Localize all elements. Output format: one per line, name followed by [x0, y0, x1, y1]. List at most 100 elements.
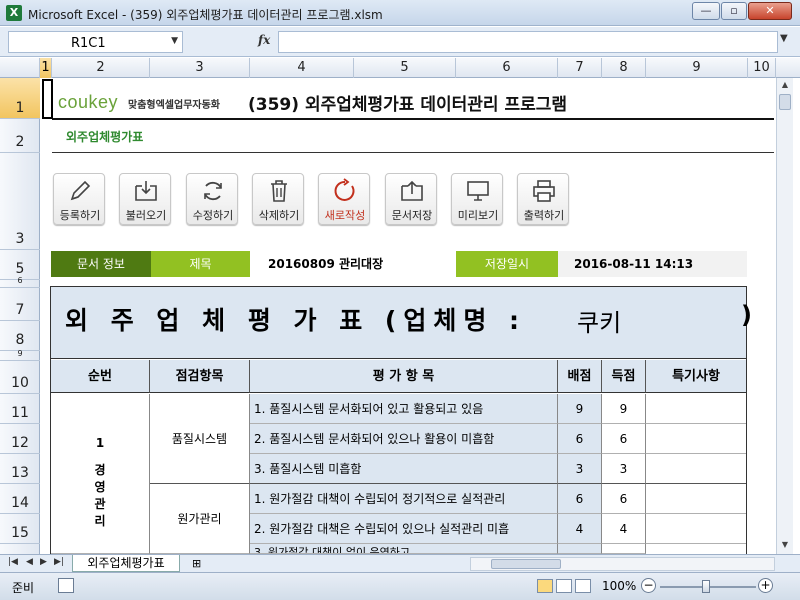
score-cell[interactable] — [602, 544, 646, 554]
row-header[interactable]: 12 — [0, 424, 40, 454]
score-cell[interactable]: 6 — [602, 484, 646, 514]
active-cell-cursor[interactable] — [42, 79, 53, 119]
ready-status: 준비 — [12, 581, 35, 595]
scroll-thumb[interactable] — [779, 94, 791, 110]
hscroll-thumb[interactable] — [491, 559, 561, 569]
eval-item-cell[interactable]: 3. 원가절감 대책이 없이 운영하고 — [250, 544, 558, 554]
excel-app-icon[interactable]: X — [6, 5, 22, 21]
remarks-cell[interactable] — [646, 424, 746, 454]
page-break-view-button[interactable] — [575, 579, 591, 593]
column-header[interactable]: 2 — [52, 58, 150, 78]
restore-button[interactable]: ▫ — [721, 2, 747, 20]
subtitle-divider — [52, 152, 774, 153]
macro-record-icon[interactable] — [58, 578, 74, 593]
max-score-cell[interactable]: 4 — [558, 514, 602, 544]
prev-sheet-icon[interactable]: ◀ — [26, 557, 33, 567]
scroll-down-icon[interactable]: ▼ — [778, 538, 792, 552]
column-header[interactable]: 7 — [558, 58, 602, 78]
score-cell[interactable]: 4 — [602, 514, 646, 544]
eval-item-cell[interactable]: 2. 원가절감 대책은 수립되어 있으나 실적관리 미흡 — [250, 514, 558, 544]
column-header[interactable]: 5 — [354, 58, 456, 78]
eval-item-cell[interactable]: 2. 품질시스템 문서화되어 있으나 활용이 미흡함 — [250, 424, 558, 454]
section-cell[interactable]: 품질시스템 — [150, 394, 250, 484]
sheet-tab[interactable]: 외주업체평가표 — [72, 555, 180, 572]
column-header[interactable]: 1 — [40, 58, 52, 78]
minimize-button[interactable]: — — [692, 2, 720, 20]
vertical-scrollbar[interactable]: ▲ ▼ — [776, 78, 793, 554]
normal-view-button[interactable] — [537, 579, 553, 593]
select-all-corner[interactable] — [0, 58, 40, 78]
remarks-cell[interactable] — [646, 514, 746, 544]
row-header[interactable]: 8 — [0, 321, 40, 351]
company-name[interactable]: 쿠키 — [577, 303, 621, 338]
column-header[interactable]: 4 — [250, 58, 354, 78]
header-check-item: 점검항목 — [150, 360, 250, 393]
new-document-button[interactable]: 새로작성 — [318, 173, 370, 225]
insert-sheet-icon[interactable]: ⊞ — [192, 557, 201, 570]
zoom-in-button[interactable]: + — [758, 578, 773, 593]
load-button[interactable]: 불러오기 — [119, 173, 171, 225]
column-header[interactable]: 9 — [646, 58, 748, 78]
preview-button[interactable]: 미리보기 — [451, 173, 503, 225]
last-sheet-icon[interactable]: ▶| — [54, 557, 64, 567]
column-header[interactable]: 10 — [748, 58, 776, 78]
doc-info-label: 문서 정보 — [51, 251, 151, 277]
save-document-button[interactable]: 문서저장 — [385, 173, 437, 225]
column-header[interactable]: 8 — [602, 58, 646, 78]
max-score-cell[interactable]: 3 — [558, 454, 602, 484]
score-cell[interactable]: 9 — [602, 394, 646, 424]
eval-item-cell[interactable]: 3. 품질시스템 미흡함 — [250, 454, 558, 484]
expand-formula-icon[interactable]: ▼ — [780, 33, 788, 44]
print-button[interactable]: 출력하기 — [517, 173, 569, 225]
preview-label: 미리보기 — [457, 209, 499, 222]
zoom-slider-thumb[interactable] — [702, 580, 710, 593]
row-header[interactable]: 9 — [0, 349, 40, 361]
row-header[interactable]: 15 — [0, 514, 40, 544]
edit-button[interactable]: 수정하기 — [186, 173, 238, 225]
horizontal-scrollbar[interactable] — [470, 557, 775, 571]
group-cell[interactable]: 1 경 영 관 리 — [51, 394, 150, 554]
delete-button[interactable]: 삭제하기 — [252, 173, 304, 225]
next-sheet-icon[interactable]: ▶ — [40, 557, 47, 567]
chevron-down-icon[interactable]: ▼ — [171, 36, 178, 46]
remarks-cell[interactable] — [646, 484, 746, 514]
row-header[interactable]: 2 — [0, 119, 40, 153]
max-score-cell[interactable]: 6 — [558, 484, 602, 514]
remarks-cell[interactable] — [646, 394, 746, 424]
register-button[interactable]: 등록하기 — [53, 173, 105, 225]
title-field-value[interactable]: 20160809 관리대장 — [250, 251, 456, 277]
saved-at-value[interactable]: 2016-08-11 14:13 — [558, 251, 747, 277]
max-score-cell[interactable]: 6 — [558, 424, 602, 454]
eval-item-cell[interactable]: 1. 원가절감 대책이 수립되어 정기적으로 실적관리 — [250, 484, 558, 514]
page-title: (359) 외주업체평가표 데이터관리 프로그램 — [248, 95, 568, 115]
first-sheet-icon[interactable]: |◀ — [8, 557, 18, 567]
score-cell[interactable]: 6 — [602, 424, 646, 454]
new-doc-icon — [334, 178, 355, 201]
row-header[interactable]: 7 — [0, 288, 40, 321]
zoom-out-button[interactable]: − — [641, 578, 656, 593]
formula-bar: R1C1 ▼ fx ▼ — [0, 27, 800, 57]
remarks-cell[interactable] — [646, 454, 746, 484]
max-score-cell[interactable]: 9 — [558, 394, 602, 424]
close-button[interactable]: ✕ — [748, 2, 792, 20]
row-header[interactable]: 13 — [0, 454, 40, 484]
row-header[interactable]: 6 — [0, 276, 40, 288]
insert-function-button[interactable]: fx — [258, 33, 270, 47]
max-score-cell[interactable] — [558, 544, 602, 554]
row-header[interactable]: 3 — [0, 153, 40, 250]
table-title-close: ) — [741, 301, 752, 329]
eval-item-cell[interactable]: 1. 품질시스템 문서화되어 있고 활용되고 있음 — [250, 394, 558, 424]
column-header[interactable]: 3 — [150, 58, 250, 78]
row-header[interactable]: 1 — [0, 78, 40, 119]
row-header[interactable]: 11 — [0, 394, 40, 424]
section-cell[interactable]: 원가관리 — [150, 484, 250, 554]
scroll-up-icon[interactable]: ▲ — [778, 78, 792, 92]
formula-input[interactable] — [278, 31, 778, 53]
name-box[interactable]: R1C1 ▼ — [8, 31, 183, 53]
row-header[interactable]: 10 — [0, 361, 40, 394]
column-header[interactable]: 6 — [456, 58, 558, 78]
row-header[interactable]: 14 — [0, 484, 40, 514]
zoom-level[interactable]: 100% — [602, 579, 636, 593]
page-layout-view-button[interactable] — [556, 579, 572, 593]
score-cell[interactable]: 3 — [602, 454, 646, 484]
